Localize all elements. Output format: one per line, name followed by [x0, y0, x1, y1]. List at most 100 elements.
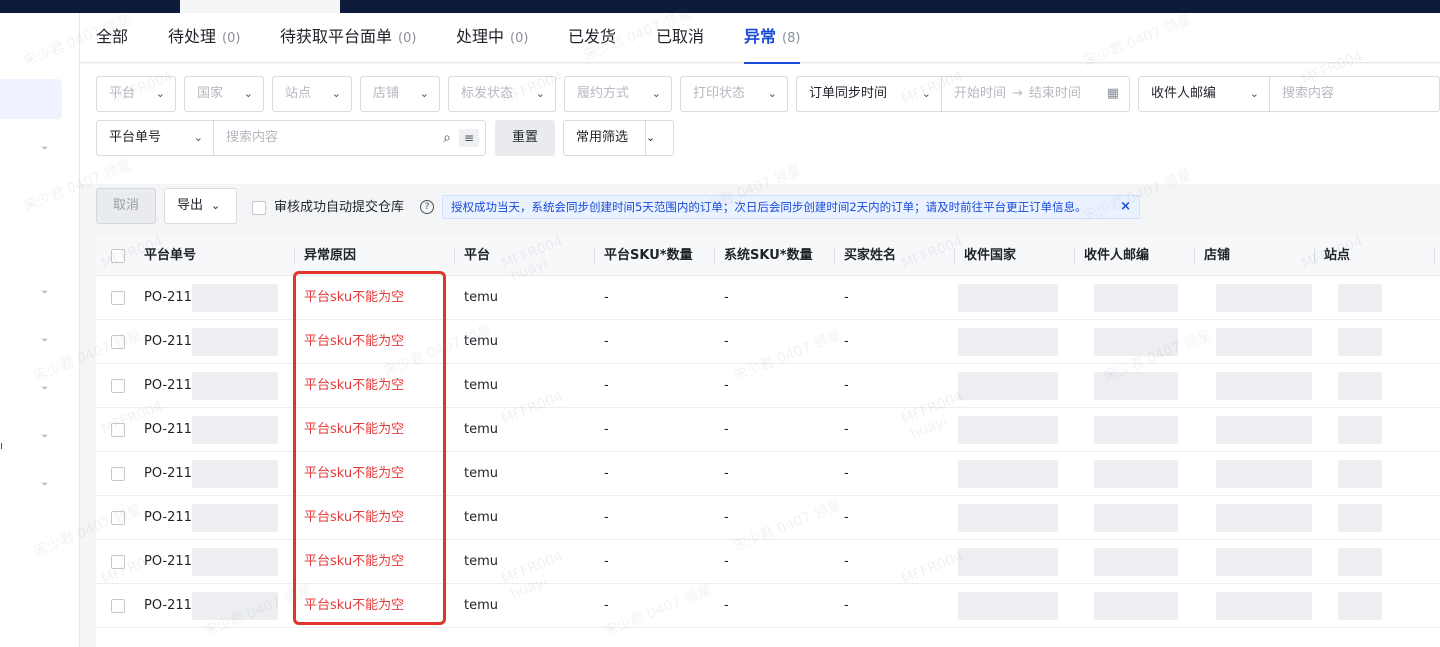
redacted-block	[1216, 504, 1312, 532]
order-no-cell[interactable]: PO-211	[144, 320, 192, 364]
chevron-down-icon[interactable]: ⌄	[40, 331, 52, 344]
help-icon[interactable]: ?	[420, 200, 434, 214]
col-platform-sku[interactable]: 平台SKU*数量	[604, 236, 693, 276]
col-system-sku[interactable]: 系统SKU*数量	[724, 236, 813, 276]
col-country[interactable]: 收件国家	[964, 236, 1016, 276]
platform-cell: temu	[464, 554, 498, 569]
order-no-cell[interactable]: PO-211	[144, 364, 192, 408]
country-select[interactable]: 国家 ⌄	[184, 76, 264, 112]
redacted-block	[958, 416, 1058, 444]
chevron-down-icon[interactable]: ⌄	[645, 121, 673, 155]
site-select[interactable]: 站点 ⌄	[272, 76, 352, 112]
print-status-select[interactable]: 打印状态 ⌄	[680, 76, 788, 112]
tab-all[interactable]: 全部	[96, 13, 128, 63]
row-checkbox[interactable]	[111, 467, 125, 481]
order-no-cell[interactable]: PO-211	[144, 496, 192, 540]
buyer-name-cell: -	[844, 290, 849, 305]
select-all-checkbox[interactable]	[111, 249, 125, 263]
sidebar-active-item[interactable]	[0, 79, 62, 119]
order-no-select[interactable]: 平台单号 ⌄	[96, 120, 214, 156]
redacted-block	[1094, 592, 1178, 620]
buyer-name-cell: -	[844, 334, 849, 349]
col-site[interactable]: 站点	[1324, 236, 1350, 276]
platform-sku-cell: -	[604, 554, 609, 569]
order-no-cell[interactable]: PO-211	[144, 408, 192, 452]
system-sku-cell: -	[724, 378, 729, 393]
zip-select[interactable]: 收件人邮编 ⌄	[1138, 76, 1270, 112]
redacted-block	[192, 548, 278, 576]
chevron-down-icon: ⌄	[419, 87, 429, 100]
col-buyer-name[interactable]: 买家姓名	[844, 236, 896, 276]
sidebar: ⌄ ⌄ ⌄ ⌄ ⌄ ⌄ ı	[0, 13, 80, 647]
row-checkbox[interactable]	[111, 379, 125, 393]
store-select[interactable]: 店铺 ⌄	[360, 76, 440, 112]
platform-sku-cell: -	[604, 598, 609, 613]
redacted-block	[958, 592, 1058, 620]
tab-shipped[interactable]: 已发货	[568, 13, 616, 63]
col-order-no[interactable]: 平台单号	[144, 236, 196, 276]
tab-exception[interactable]: 异常 (8)	[744, 13, 801, 64]
row-checkbox[interactable]	[111, 511, 125, 525]
redacted-block	[192, 328, 278, 356]
chevron-down-icon[interactable]: ⌄	[40, 475, 52, 488]
row-checkbox[interactable]	[111, 423, 125, 437]
tab-processing[interactable]: 处理中 (0)	[456, 13, 528, 63]
auto-submit-checkbox[interactable]	[252, 201, 266, 215]
tab-cancelled[interactable]: 已取消	[656, 13, 704, 63]
col-platform[interactable]: 平台	[464, 236, 490, 276]
system-sku-cell: -	[724, 334, 729, 349]
col-store[interactable]: 店铺	[1204, 236, 1230, 276]
platform-sku-cell: -	[604, 466, 609, 481]
chevron-down-icon: ⌄	[921, 87, 931, 100]
close-icon[interactable]: ×	[1120, 196, 1131, 218]
reset-button[interactable]: 重置	[495, 120, 555, 156]
mark-status-select[interactable]: 标发状态 ⌄	[448, 76, 556, 112]
col-zip[interactable]: 收件人邮编	[1084, 236, 1149, 276]
row-checkbox[interactable]	[111, 555, 125, 569]
chevron-down-icon[interactable]: ⌄	[40, 427, 52, 440]
redacted-block	[1094, 548, 1178, 576]
fulfillment-select[interactable]: 履约方式 ⌄	[564, 76, 672, 112]
order-no-cell[interactable]: PO-211	[144, 452, 192, 496]
calendar-icon: ▦	[1106, 86, 1119, 101]
sync-notice-banner: 授权成功当天，系统会同步创建时间5天范围内的订单；次日后会同步创建时间2天内的订…	[442, 195, 1140, 219]
filter-panel: 平台 ⌄ 国家 ⌄ 站点 ⌄ 店铺 ⌄ 标发状态 ⌄ 履约方式 ⌄ 打印状态 ⌄ 订单同步时间…	[80, 64, 1440, 184]
cancel-button[interactable]: 取消	[96, 188, 156, 224]
row-checkbox[interactable]	[111, 599, 125, 613]
order-no-cell[interactable]: PO-211	[144, 276, 192, 320]
date-range-picker[interactable]: 开始时间 → 结束时间 ▦	[942, 76, 1130, 112]
redacted-block	[1338, 548, 1382, 576]
common-filter-button[interactable]: 常用筛选 ⌄	[563, 120, 674, 156]
chevron-down-icon: ⌄	[211, 199, 221, 212]
zip-search-input[interactable]: 搜索内容	[1270, 76, 1440, 112]
sync-time-select[interactable]: 订单同步时间 ⌄	[796, 76, 942, 112]
tab-pending[interactable]: 待处理 (0)	[168, 13, 240, 63]
redacted-block	[1094, 504, 1178, 532]
redacted-block	[1216, 284, 1312, 312]
redacted-block	[1216, 460, 1312, 488]
order-no-cell[interactable]: PO-211	[144, 540, 192, 584]
redacted-block	[1216, 416, 1312, 444]
row-checkbox[interactable]	[111, 291, 125, 305]
export-button[interactable]: 导出 ⌄	[164, 188, 237, 224]
auto-submit-label: 审核成功自动提交仓库	[274, 200, 405, 215]
col-exception-reason[interactable]: 异常原因	[304, 236, 356, 276]
redacted-block	[1094, 372, 1178, 400]
platform-cell: temu	[464, 422, 498, 437]
redacted-block	[1338, 416, 1382, 444]
chevron-down-icon[interactable]: ⌄	[40, 379, 52, 392]
row-checkbox[interactable]	[111, 335, 125, 349]
system-sku-cell: -	[724, 466, 729, 481]
platform-select[interactable]: 平台 ⌄	[96, 76, 176, 112]
order-no-search-input[interactable]: 搜索内容 ⌕ ≡	[214, 120, 486, 156]
redacted-block	[1216, 592, 1312, 620]
chevron-down-icon: ⌄	[767, 87, 777, 100]
list-icon[interactable]: ≡	[459, 129, 479, 147]
buyer-name-cell: -	[844, 554, 849, 569]
order-no-cell[interactable]: PO-211	[144, 584, 192, 628]
platform-sku-cell: -	[604, 510, 609, 525]
tab-awaiting-label[interactable]: 待获取平台面单 (0)	[280, 13, 416, 63]
chevron-down-icon[interactable]: ⌄	[40, 283, 52, 296]
search-icon[interactable]: ⌕	[443, 121, 451, 155]
chevron-down-icon[interactable]: ⌄	[40, 139, 52, 152]
